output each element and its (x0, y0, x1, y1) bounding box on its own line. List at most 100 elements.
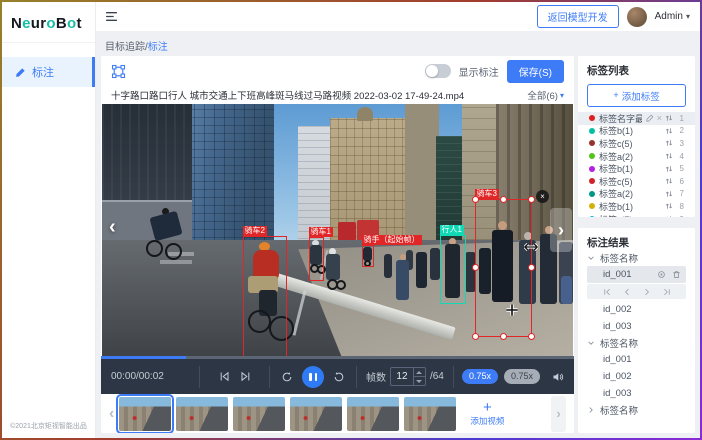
add-tag-button[interactable]: + 添加标签 (587, 84, 686, 107)
result-item-selected[interactable]: id_001 (587, 266, 686, 283)
tag-row[interactable]: 标签a(2) 4 (587, 150, 686, 163)
label-filter-dropdown[interactable]: 全部(6) ▾ (527, 88, 564, 102)
film-thumbnail[interactable] (233, 397, 285, 431)
user-name: Admin (655, 11, 683, 22)
resize-handle[interactable] (528, 333, 535, 340)
bbox-label: 骑手（起始帧） (362, 235, 422, 245)
resize-handle[interactable] (528, 196, 535, 203)
annotation-results-panel: 标注结果 标签名称 id_001 id_002 id_003 (578, 228, 695, 433)
breadcrumb-parent[interactable]: 目标追踪 (105, 42, 145, 53)
film-thumbnail[interactable] (290, 397, 342, 431)
tag-row[interactable]: 标签b(1) 5 (587, 162, 686, 175)
show-annotations-toggle[interactable] (425, 64, 451, 78)
bbox-rider3-selected[interactable]: 骑车3 (475, 199, 532, 337)
add-video-button[interactable]: + 添加视频 (461, 401, 513, 427)
result-group[interactable]: 标签名称 (587, 250, 686, 266)
video-frame[interactable]: 骑车2 骑车1 骑手（起始帧） 行人1 骑车3 × (102, 104, 573, 356)
filmstrip-right-arrow[interactable]: › (551, 396, 566, 432)
bbox-label: 骑车2 (243, 226, 267, 236)
delete-tag-icon[interactable]: × (657, 114, 662, 122)
result-item[interactable]: id_003 (587, 385, 686, 402)
content-area: 目标追踪/标注 显示标注 保存(S) 十字路口路口行人 城市交通上下班高峰斑马线… (95, 32, 700, 438)
tag-color-dot (589, 128, 595, 134)
next-frame-icon[interactable] (240, 371, 251, 382)
resize-handle[interactable] (500, 333, 507, 340)
pencil-icon (15, 67, 26, 78)
speed-button-active[interactable]: 0.75x (462, 369, 498, 384)
volume-icon[interactable] (552, 371, 564, 383)
avatar[interactable] (627, 7, 647, 27)
speed-button[interactable]: 0.75x (504, 369, 540, 384)
box-close-icon[interactable]: × (536, 190, 549, 203)
sort-icon[interactable] (665, 165, 673, 173)
sort-icon[interactable] (665, 202, 673, 210)
video-title-row: 十字路口路口行人 城市交通上下班高峰斑马线过马路视频 2022-03-02 17… (101, 86, 574, 104)
tag-row[interactable]: 标签a(2) 7 (587, 188, 686, 201)
bbox-pedestrian1[interactable]: 行人1 (440, 235, 466, 304)
result-group[interactable]: 标签名称 (587, 335, 686, 351)
next-frame-icon[interactable] (643, 288, 651, 296)
resize-handle[interactable] (500, 196, 507, 203)
frame-number-input[interactable] (391, 368, 413, 385)
bbox-rider-startframe[interactable]: 骑手（起始帧） (362, 245, 374, 267)
result-item[interactable]: id_002 (587, 301, 686, 318)
result-item[interactable]: id_002 (587, 368, 686, 385)
last-frame-icon[interactable] (663, 288, 671, 296)
tag-row[interactable]: 标签b(1) 8 (587, 200, 686, 213)
save-button[interactable]: 保存(S) (507, 60, 564, 83)
sort-icon[interactable] (665, 127, 673, 135)
collapse-menu-icon[interactable] (105, 10, 118, 23)
sort-icon[interactable] (665, 139, 673, 147)
tag-row[interactable]: 标签b(1) 2 (587, 125, 686, 138)
locate-icon[interactable] (657, 270, 666, 279)
rewind-icon[interactable] (281, 371, 293, 383)
first-frame-icon[interactable] (603, 288, 611, 296)
back-to-model-dev-button[interactable]: 返回模型开发 (537, 5, 619, 28)
result-item[interactable]: id_001 (587, 351, 686, 368)
annotation-workspace: 显示标注 保存(S) 十字路口路口行人 城市交通上下班高峰斑马线过马路视频 20… (101, 56, 574, 433)
tag-color-dot (589, 203, 595, 209)
resize-handle[interactable] (472, 264, 479, 271)
tag-color-dot (589, 153, 595, 159)
sort-icon[interactable] (665, 215, 673, 217)
filmstrip-left-arrow[interactable]: ‹ (109, 405, 114, 423)
result-item[interactable]: id_003 (587, 318, 686, 335)
step-up-icon[interactable] (414, 368, 425, 377)
film-thumbnail[interactable] (176, 397, 228, 431)
sort-icon[interactable] (665, 190, 673, 198)
tag-row[interactable]: 标签c(5) 9 (587, 213, 686, 217)
bounding-box-tool-icon[interactable] (111, 64, 126, 79)
prev-frame-icon[interactable] (219, 371, 230, 382)
plus-icon: + (483, 401, 492, 415)
brand-logo: NeuroBot (2, 2, 95, 43)
delete-icon[interactable] (672, 270, 681, 279)
user-menu[interactable]: Admin ▾ (655, 11, 690, 22)
pause-button[interactable] (302, 366, 324, 388)
sidebar-item-annotate[interactable]: 标注 (2, 57, 95, 87)
film-thumbnail-selected[interactable] (119, 397, 171, 431)
tag-row[interactable]: 标签c(5) 3 (587, 137, 686, 150)
bbox-rider1[interactable]: 骑车1 (309, 237, 324, 281)
resize-handle[interactable] (528, 264, 535, 271)
tag-row[interactable]: 标签名字最长数... × 1 (578, 112, 695, 125)
forward-icon[interactable] (333, 371, 345, 383)
next-video-arrow[interactable]: › (550, 208, 572, 252)
bbox-rider2[interactable]: 骑车2 (243, 236, 287, 356)
resize-handle[interactable] (472, 196, 479, 203)
resize-cursor-icon (524, 243, 538, 251)
sort-icon[interactable] (665, 152, 673, 160)
sort-icon[interactable] (665, 114, 673, 122)
frame-number-field (390, 367, 426, 386)
edit-tag-icon[interactable] (646, 114, 654, 122)
prev-frame-icon[interactable] (623, 288, 631, 296)
resize-handle[interactable] (472, 333, 479, 340)
frame-pager (587, 284, 686, 299)
prev-video-arrow[interactable]: ‹ (109, 216, 116, 239)
step-down-icon[interactable] (414, 377, 425, 385)
result-group-collapsed[interactable]: 标签名称 (587, 402, 686, 418)
film-thumbnail[interactable] (347, 397, 399, 431)
sort-icon[interactable] (665, 177, 673, 185)
chevron-down-icon (587, 339, 595, 347)
tag-row[interactable]: 标签c(5) 6 (587, 175, 686, 188)
film-thumbnail[interactable] (404, 397, 456, 431)
